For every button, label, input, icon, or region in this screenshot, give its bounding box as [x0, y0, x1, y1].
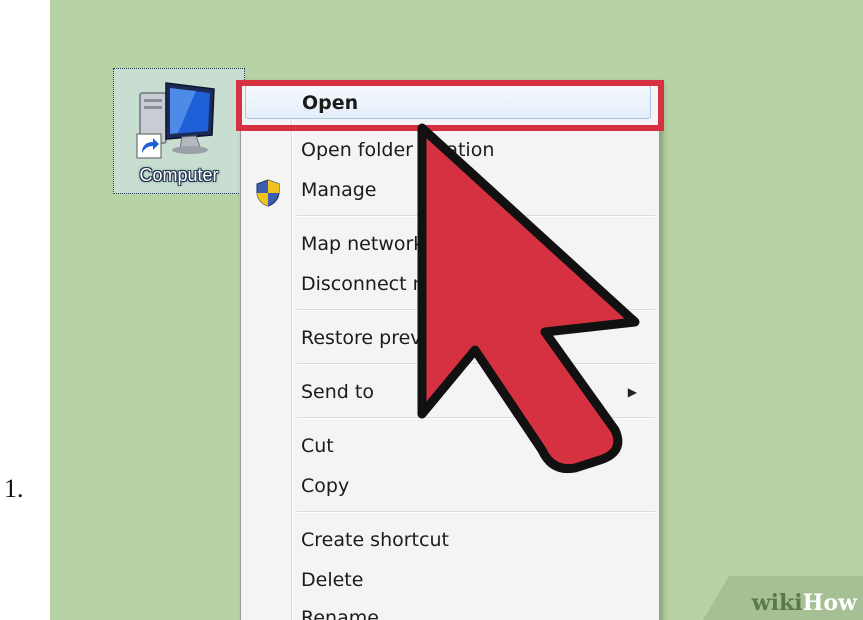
menu-separator: [297, 309, 655, 311]
menu-item-delete[interactable]: Delete: [301, 563, 651, 597]
menu-item-create-shortcut[interactable]: Create shortcut: [301, 523, 651, 557]
context-menu: Open Open folder location Manage Map net…: [240, 80, 660, 620]
menu-separator: [297, 417, 655, 419]
uac-shield-icon: [256, 179, 280, 207]
menu-item-map-network-drive[interactable]: Map network drive...: [301, 227, 651, 261]
menu-item-copy[interactable]: Copy: [301, 469, 651, 503]
menu-item-disconnect-network-drive[interactable]: Disconnect network drive...: [301, 267, 651, 301]
wikihow-wiki: wiki: [751, 590, 803, 616]
menu-separator: [297, 363, 655, 365]
menu-item-rename[interactable]: Rename: [301, 601, 651, 620]
desktop[interactable]: Computer Open Open folder location Manag…: [50, 0, 863, 620]
menu-separator: [297, 511, 655, 513]
menu-item-label: Send to: [301, 381, 374, 403]
submenu-arrow-icon: ▶: [627, 385, 637, 399]
wikihow-how: How: [802, 590, 857, 616]
step-number: 1.: [4, 474, 24, 503]
menu-item-send-to[interactable]: Send to ▶: [301, 375, 651, 409]
menu-separator: [297, 215, 655, 217]
desktop-icon-computer[interactable]: Computer: [113, 68, 245, 194]
shortcut-arrow-icon: [136, 133, 162, 159]
menu-gutter: [291, 83, 293, 620]
menu-item-restore-previous-versions[interactable]: Restore previous versions: [301, 321, 651, 355]
menu-item-open-folder-location[interactable]: Open folder location: [301, 133, 651, 167]
menu-item-manage[interactable]: Manage: [301, 173, 651, 207]
desktop-icon-label: Computer: [139, 165, 219, 185]
menu-item-open[interactable]: Open: [245, 85, 651, 119]
wikihow-logo: wikiHow: [752, 590, 857, 616]
wikihow-watermark: wikiHow: [703, 576, 863, 620]
menu-item-cut[interactable]: Cut: [301, 429, 651, 463]
